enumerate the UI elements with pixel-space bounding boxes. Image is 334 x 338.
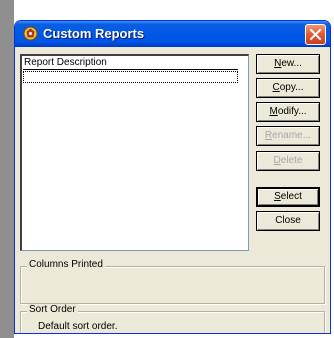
app-icon: [23, 26, 38, 41]
columns-printed-label: Columns Printed: [27, 259, 105, 270]
sort-order-value: Default sort order.: [38, 321, 118, 332]
select-button[interactable]: Select: [256, 187, 320, 207]
close-window-button[interactable]: [305, 24, 326, 45]
new-button[interactable]: New...: [256, 54, 320, 74]
rename-button[interactable]: Rename...: [256, 126, 320, 146]
sort-order-group: Sort Order Default sort order.: [20, 304, 325, 333]
window-title: Custom Reports: [43, 26, 145, 41]
list-focus-row[interactable]: [23, 71, 238, 83]
copy-button[interactable]: Copy...: [256, 78, 320, 98]
custom-reports-dialog: Custom Reports Report Description New...…: [14, 20, 331, 334]
columns-printed-group: Columns Printed: [20, 259, 325, 304]
sort-order-label: Sort Order: [27, 304, 78, 315]
delete-button[interactable]: Delete: [256, 151, 320, 171]
column-header-report-description[interactable]: Report Description: [23, 57, 238, 70]
report-list[interactable]: Report Description: [20, 54, 249, 251]
background-window-edge: [0, 0, 14, 338]
close-icon: [309, 28, 322, 41]
close-button[interactable]: Close: [256, 211, 320, 231]
modify-button[interactable]: Modify...: [256, 102, 320, 122]
title-bar[interactable]: Custom Reports: [15, 21, 330, 47]
